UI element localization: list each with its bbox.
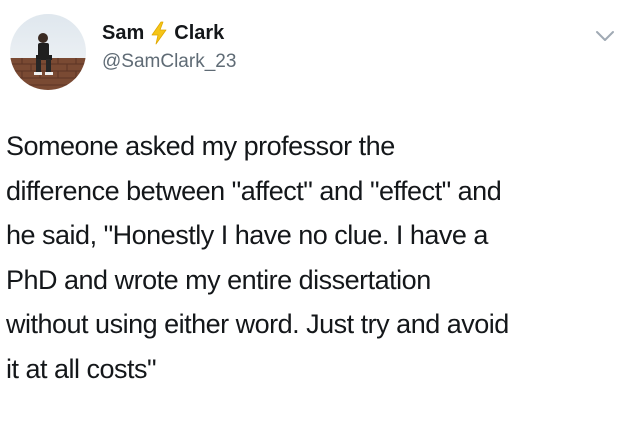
tweet-text-line: PhD and wrote my entire dissertation (6, 264, 431, 295)
lightning-bolt-icon (150, 21, 168, 45)
tweet-text-line: Someone asked my professor the (6, 131, 395, 161)
display-name-first: Sam (102, 22, 145, 44)
tweet-text-line: it at all costs" (6, 353, 157, 384)
avatar-photo-icon (10, 14, 86, 90)
display-name[interactable]: Sam Clark (102, 20, 224, 46)
tweet-text: Someone asked my professor the differenc… (6, 124, 624, 392)
tweet-text-line: he said, "Honestly I have no clue. I hav… (6, 220, 488, 251)
tweet-text-line: without using either word. Just try and … (6, 309, 509, 340)
tweet-card: Sam Clark @SamClark_23 Someone asked my … (0, 0, 630, 422)
tweet-text-line: difference between "affect" and "effect"… (6, 175, 502, 206)
display-name-last: Clark (174, 22, 225, 44)
chevron-down-icon[interactable] (594, 28, 616, 44)
user-handle[interactable]: @SamClark_23 (102, 50, 236, 74)
avatar[interactable] (10, 14, 86, 90)
